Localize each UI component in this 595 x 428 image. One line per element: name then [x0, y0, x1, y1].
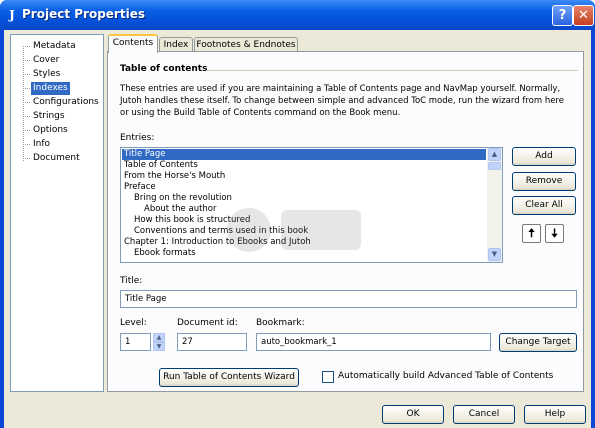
tree-branch — [23, 102, 30, 103]
cancel-button[interactable]: Cancel — [453, 405, 515, 424]
tree-branch — [23, 158, 30, 159]
tree-item-indexes[interactable]: Indexes — [31, 82, 70, 95]
bookmark-input[interactable]: auto_bookmark_1 — [256, 333, 491, 351]
project-properties-window: J Project Properties ? ✕ Metadata Cover … — [0, 0, 595, 428]
tree-item-info[interactable]: Info — [31, 138, 52, 151]
ok-button[interactable]: OK — [382, 405, 444, 424]
auto-build-checkbox[interactable] — [322, 371, 334, 383]
entries-label: Entries: — [120, 133, 155, 143]
tree-branch — [23, 60, 30, 61]
tree-item-options[interactable]: Options — [31, 124, 70, 137]
help-button[interactable]: Help — [524, 405, 586, 424]
title-input[interactable]: Title Page — [120, 290, 577, 308]
scroll-down-icon[interactable]: ▼ — [488, 248, 501, 261]
tree-branch — [23, 116, 30, 117]
tree-item-configurations[interactable]: Configurations — [31, 96, 101, 109]
help-title-button[interactable]: ? — [552, 5, 573, 26]
list-item[interactable]: Ebook formats — [122, 248, 486, 259]
entries-scrollbar[interactable]: ▲ ▼ — [487, 148, 502, 262]
run-wizard-button[interactable]: Run Table of Contents Wizard — [159, 368, 299, 387]
document-id-label: Document id: — [177, 318, 238, 328]
contents-tab-panel: Table of contents These entries are used… — [107, 51, 584, 392]
scroll-thumb[interactable] — [488, 162, 501, 170]
section-divider — [206, 70, 578, 71]
tree-item-styles[interactable]: Styles — [31, 68, 62, 81]
tree-item-document[interactable]: Document — [31, 152, 82, 165]
list-item[interactable]: Conventions and terms used in this book — [122, 226, 486, 237]
app-icon: J — [9, 8, 15, 22]
move-down-icon[interactable]: 🠇 — [545, 224, 564, 243]
title-label: Title: — [120, 276, 143, 286]
list-item[interactable]: About the author — [122, 204, 486, 215]
window-title: Project Properties — [22, 7, 145, 21]
close-title-button[interactable]: ✕ — [573, 5, 594, 26]
list-item[interactable]: From the Horse's Mouth — [122, 171, 486, 182]
bookmark-label: Bookmark: — [256, 318, 305, 328]
move-up-icon[interactable]: 🠅 — [522, 224, 541, 243]
add-button[interactable]: Add — [512, 147, 576, 166]
tree-branch — [23, 144, 30, 145]
clear-all-button[interactable]: Clear All — [512, 196, 576, 215]
entries-listbox[interactable]: Title Page Table of Contents From the Ho… — [120, 147, 503, 263]
list-item[interactable]: Preface — [122, 182, 486, 193]
change-target-button[interactable]: Change Target — [499, 333, 577, 352]
tree-branch — [23, 74, 30, 75]
list-item[interactable]: How this book is structured — [122, 215, 486, 226]
title-bar[interactable]: J Project Properties ? ✕ — [0, 0, 595, 30]
scroll-up-icon[interactable]: ▲ — [488, 148, 501, 161]
list-item[interactable]: Bring on the revolution — [122, 193, 486, 204]
level-up-icon[interactable]: ▲ — [153, 333, 165, 342]
level-down-icon[interactable]: ▼ — [153, 342, 165, 351]
tab-contents[interactable]: Contents — [108, 34, 158, 53]
tree-item-strings[interactable]: Strings — [31, 110, 67, 123]
dialog-client-area: Metadata Cover Styles Indexes Configurat… — [4, 30, 591, 428]
list-item[interactable]: Title Page — [122, 149, 486, 160]
remove-button[interactable]: Remove — [512, 172, 576, 191]
tree-branch — [23, 46, 30, 47]
list-item[interactable]: Table of Contents — [122, 160, 486, 171]
tree-item-metadata[interactable]: Metadata — [31, 40, 78, 53]
level-label: Level: — [120, 318, 147, 328]
category-tree[interactable]: Metadata Cover Styles Indexes Configurat… — [10, 34, 104, 392]
description-text: These entries are used if you are mainta… — [120, 84, 564, 118]
list-item[interactable]: Chapter 1: Introduction to Ebooks and Ju… — [122, 237, 486, 248]
document-id-input[interactable]: 27 — [177, 333, 247, 351]
tree-branch — [23, 130, 30, 131]
section-title: Table of contents — [120, 64, 208, 74]
level-input[interactable]: 1 — [120, 333, 151, 351]
tree-item-cover[interactable]: Cover — [31, 54, 61, 67]
tree-branch — [23, 88, 30, 89]
auto-build-label[interactable]: Automatically build Advanced Table of Co… — [338, 371, 553, 381]
